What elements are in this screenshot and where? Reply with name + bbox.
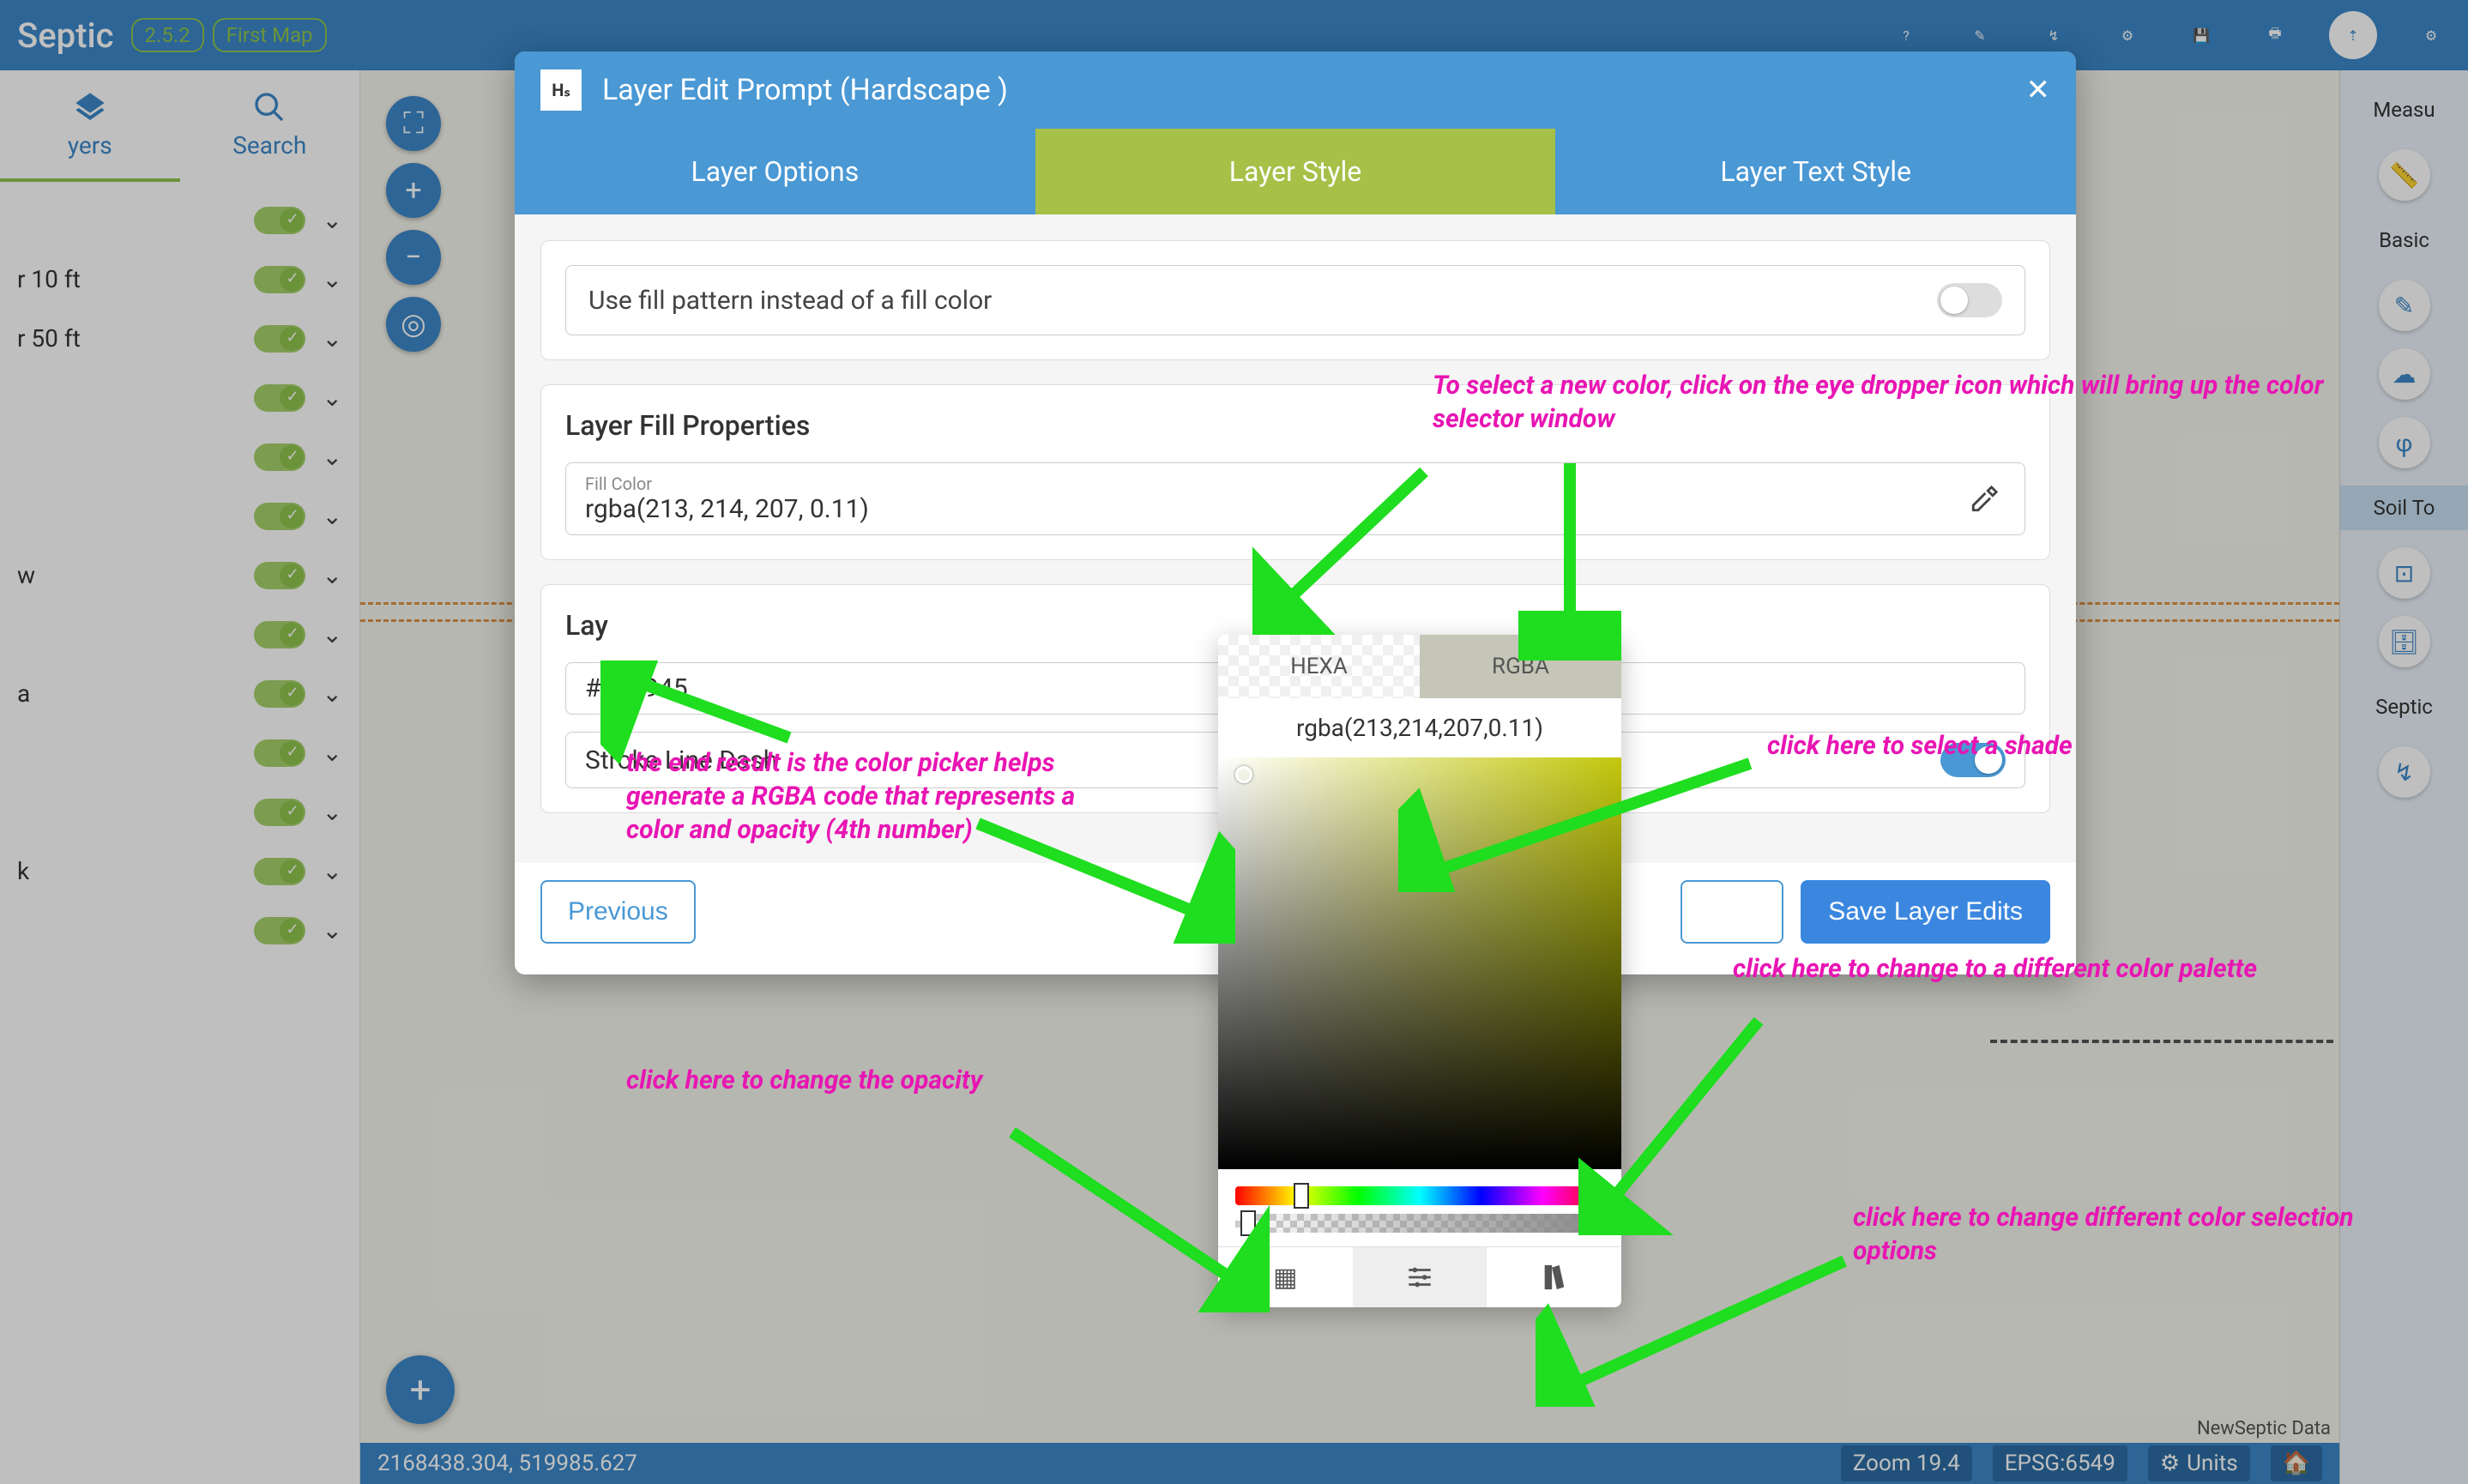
tab-hexa[interactable]: HEXA bbox=[1218, 635, 1420, 698]
previous-button[interactable]: Previous bbox=[540, 880, 696, 944]
tab-layer-text-style[interactable]: Layer Text Style bbox=[1555, 129, 2076, 214]
picker-mode-sliders[interactable] bbox=[1353, 1247, 1487, 1307]
hue-slider[interactable] bbox=[1235, 1186, 1604, 1205]
alpha-thumb[interactable] bbox=[1240, 1210, 1256, 1236]
shade-area[interactable] bbox=[1218, 757, 1621, 1169]
fill-pattern-toggle-row: Use fill pattern instead of a fill color bbox=[565, 265, 2025, 335]
layer-badge: Hₛ bbox=[540, 69, 582, 111]
fill-pattern-card: Use fill pattern instead of a fill color bbox=[540, 240, 2050, 360]
color-picker: HEXA RGBA rgba(213,214,207,0.11) ▦ bbox=[1218, 635, 1621, 1307]
hue-thumb[interactable] bbox=[1294, 1183, 1309, 1209]
picker-mode-row: ▦ bbox=[1218, 1246, 1621, 1307]
stroke-dash-toggle[interactable] bbox=[1940, 743, 2006, 777]
picker-mode-swatches[interactable] bbox=[1487, 1247, 1621, 1307]
eyedropper-icon[interactable] bbox=[1963, 485, 2006, 514]
save-layer-edits-button[interactable]: Save Layer Edits bbox=[1801, 880, 2050, 944]
fill-pattern-toggle[interactable] bbox=[1937, 283, 2002, 317]
close-icon[interactable]: ✕ bbox=[2026, 73, 2051, 107]
shade-cursor[interactable] bbox=[1235, 766, 1252, 783]
modal-tabs: Layer Options Layer Style Layer Text Sty… bbox=[515, 129, 2076, 214]
picker-format-tabs: HEXA RGBA bbox=[1218, 635, 1621, 698]
tab-layer-style[interactable]: Layer Style bbox=[1035, 129, 1556, 214]
fill-color-value: rgba(213, 214, 207, 0.11) bbox=[585, 494, 1963, 524]
spacer-button[interactable] bbox=[1681, 880, 1783, 944]
tab-rgba[interactable]: RGBA bbox=[1420, 635, 1621, 698]
picker-mode-grid[interactable]: ▦ bbox=[1218, 1247, 1353, 1307]
modal-title: Layer Edit Prompt (Hardscape ) bbox=[602, 73, 2006, 107]
tab-layer-options[interactable]: Layer Options bbox=[515, 129, 1035, 214]
fill-color-field[interactable]: Fill Color rgba(213, 214, 207, 0.11) bbox=[565, 462, 2025, 535]
fill-section-title: Layer Fill Properties bbox=[565, 409, 2025, 442]
picker-value: rgba(213,214,207,0.11) bbox=[1218, 698, 1621, 757]
fill-pattern-label: Use fill pattern instead of a fill color bbox=[588, 286, 1069, 316]
fill-props-card: Layer Fill Properties Fill Color rgba(21… bbox=[540, 384, 2050, 560]
modal-header: Hₛ Layer Edit Prompt (Hardscape ) ✕ bbox=[515, 51, 2076, 129]
alpha-slider[interactable] bbox=[1235, 1214, 1604, 1233]
fill-color-label: Fill Color bbox=[585, 474, 1963, 494]
